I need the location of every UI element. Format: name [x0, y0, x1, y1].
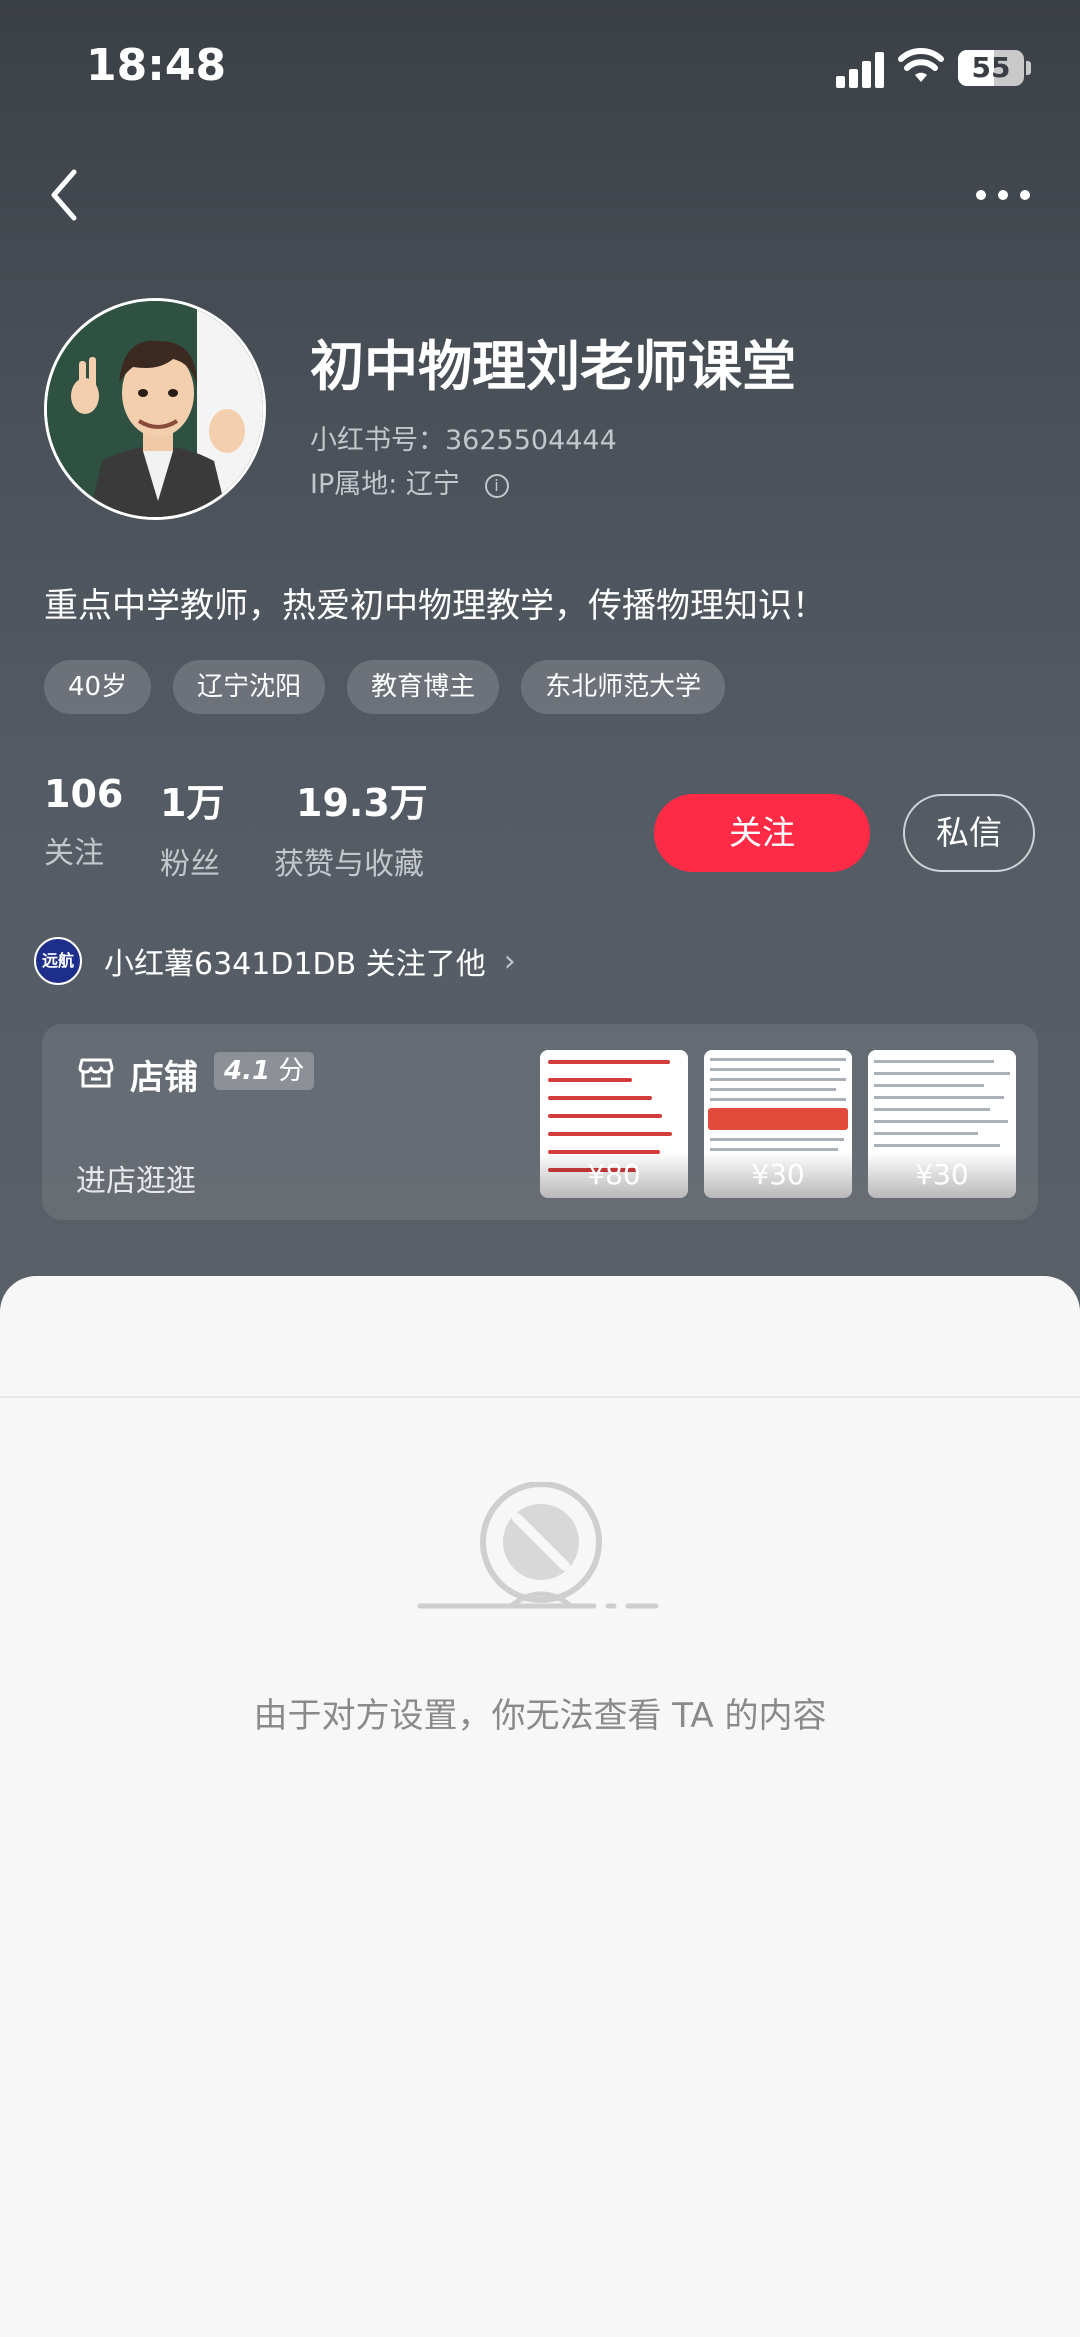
tag-role: 教育博主 [347, 660, 500, 714]
likes-count: 19.3万 [296, 781, 428, 825]
following-stat[interactable]: 106 关注 [44, 772, 123, 872]
teacher-cartoon-avatar-image [47, 301, 263, 517]
wifi-icon [898, 48, 944, 82]
shop-card[interactable]: 店铺 4.1 分 进店逛逛 ¥80 ¥30 ¥30 [42, 1024, 1038, 1220]
followers-label: 粉丝 [160, 847, 220, 882]
blocked-content-icon [417, 1482, 659, 1609]
battery-level-text: 55 [971, 51, 1011, 84]
shop-rating-unit: 分 [278, 1056, 305, 1086]
chevron-right-icon: › [503, 943, 516, 979]
shop-rating-value: 4.1 [224, 1056, 271, 1086]
ip-location: IP属地: 辽宁 i [310, 462, 509, 501]
shop-label: 店铺 [130, 1058, 198, 1098]
product-price: ¥30 [704, 1152, 852, 1198]
mutual-follow-row[interactable]: 远航 小红薯6341D1DB 关注了他 › [34, 936, 516, 986]
tag-school: 东北师范大学 [521, 660, 726, 714]
content-sheet: 由于对方设置，你无法查看 TA 的内容 [0, 1276, 1080, 2337]
product-price: ¥30 [868, 1152, 1016, 1198]
profile-name: 初中物理刘老师课堂 [310, 335, 796, 398]
product-thumbnail[interactable]: ¥30 [704, 1050, 852, 1198]
more-options-icon[interactable] [968, 170, 1038, 220]
product-thumbnail[interactable]: ¥30 [868, 1050, 1016, 1198]
battery-tip [1026, 61, 1031, 75]
profile-avatar[interactable] [44, 298, 266, 520]
followers-stat[interactable]: 1万 粉丝 [160, 772, 224, 883]
battery-icon: 55 [958, 50, 1024, 86]
follow-button[interactable]: 关注 [654, 794, 870, 872]
shop-icon [78, 1058, 114, 1088]
mutual-follow-text: 小红薯6341D1DB 关注了他 [104, 947, 486, 982]
product-price: ¥80 [540, 1152, 688, 1198]
followers-count: 1万 [160, 781, 225, 825]
message-button[interactable]: 私信 [903, 794, 1035, 872]
sheet-divider [0, 1396, 1080, 1398]
rednote-id[interactable]: 小红书号：3625504444 [310, 418, 617, 457]
info-icon[interactable]: i [484, 473, 509, 498]
enter-shop-link[interactable]: 进店逛逛 [76, 1156, 196, 1200]
tag-age: 40岁 [44, 660, 152, 714]
shop-rating-badge: 4.1 分 [214, 1052, 315, 1090]
likes-stat[interactable]: 19.3万 获赞与收藏 [274, 772, 428, 883]
product-thumbnail[interactable]: ¥80 [540, 1050, 688, 1198]
profile-bio: 重点中学教师，热爱初中物理教学，传播物理知识！ [44, 586, 826, 626]
following-count: 106 [44, 772, 124, 816]
ip-location-text: IP属地: 辽宁 [310, 469, 460, 500]
mutual-user-avatar: 远航 [34, 937, 82, 985]
likes-label: 获赞与收藏 [274, 847, 424, 882]
status-bar: 18:48 55 [0, 0, 1080, 140]
empty-state-message: 由于对方设置，你无法查看 TA 的内容 [253, 1696, 827, 1736]
cellular-signal-icon [836, 52, 886, 88]
status-time: 18:48 [86, 40, 227, 91]
back-arrow-icon[interactable] [40, 160, 90, 230]
following-label: 关注 [44, 836, 104, 871]
profile-tags: 40岁 辽宁沈阳 教育博主 东北师范大学 [44, 660, 726, 714]
tag-location: 辽宁沈阳 [173, 660, 326, 714]
